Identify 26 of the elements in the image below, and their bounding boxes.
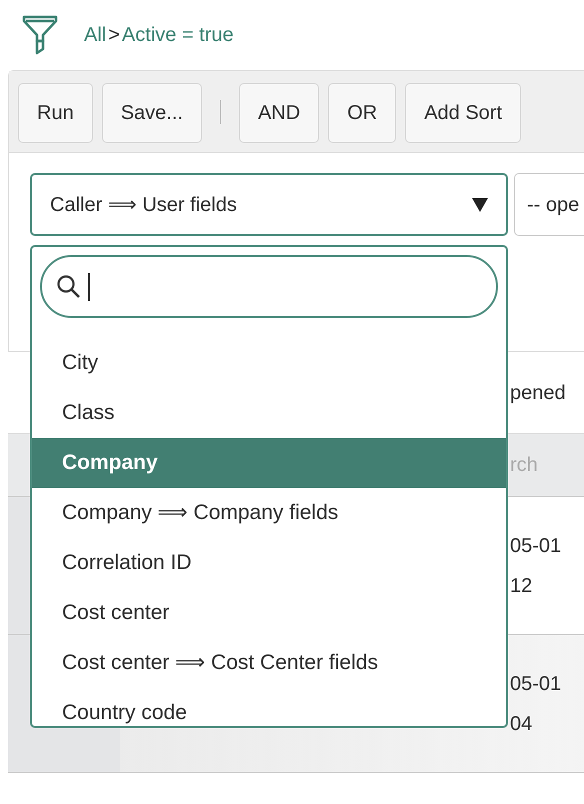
table-cell-text: 05-01 04 [510,672,562,736]
dropdown-option[interactable]: Class [32,388,506,438]
dropdown-option[interactable]: Company [32,438,506,488]
dropdown-option[interactable]: Company ⟹ Company fields [32,488,506,538]
field-select[interactable]: Caller ⟹ User fields [30,173,508,236]
table-cell-text: 05-01 12 [510,534,562,598]
breadcrumb-separator: > [108,23,120,48]
search-field[interactable] [40,255,498,318]
dropdown-option[interactable]: Correlation ID [32,538,506,588]
toolbar-button[interactable]: Save... [102,83,202,143]
column-header[interactable]: pened [510,378,566,408]
toolbar-button[interactable]: Add Sort [405,83,522,143]
caret-icon [472,198,488,212]
dropdown-option[interactable]: Cost center [32,588,506,638]
breadcrumb-link[interactable]: All [84,20,106,50]
toolbar-button[interactable]: OR [328,83,396,143]
toolbar-button[interactable]: AND [238,83,320,143]
dropdown-option[interactable]: Country code [32,688,506,726]
filter-icon[interactable] [22,15,58,55]
operator-select[interactable]: -- ope [514,173,584,236]
toolbar-button[interactable]: Run [18,83,93,143]
breadcrumb-link[interactable]: Active = true [122,20,234,50]
search-icon [56,274,82,300]
text-cursor [88,272,90,300]
dropdown-option[interactable]: Cost center ⟹ Cost Center fields [32,638,506,688]
dropdown-option[interactable]: City [32,338,506,388]
